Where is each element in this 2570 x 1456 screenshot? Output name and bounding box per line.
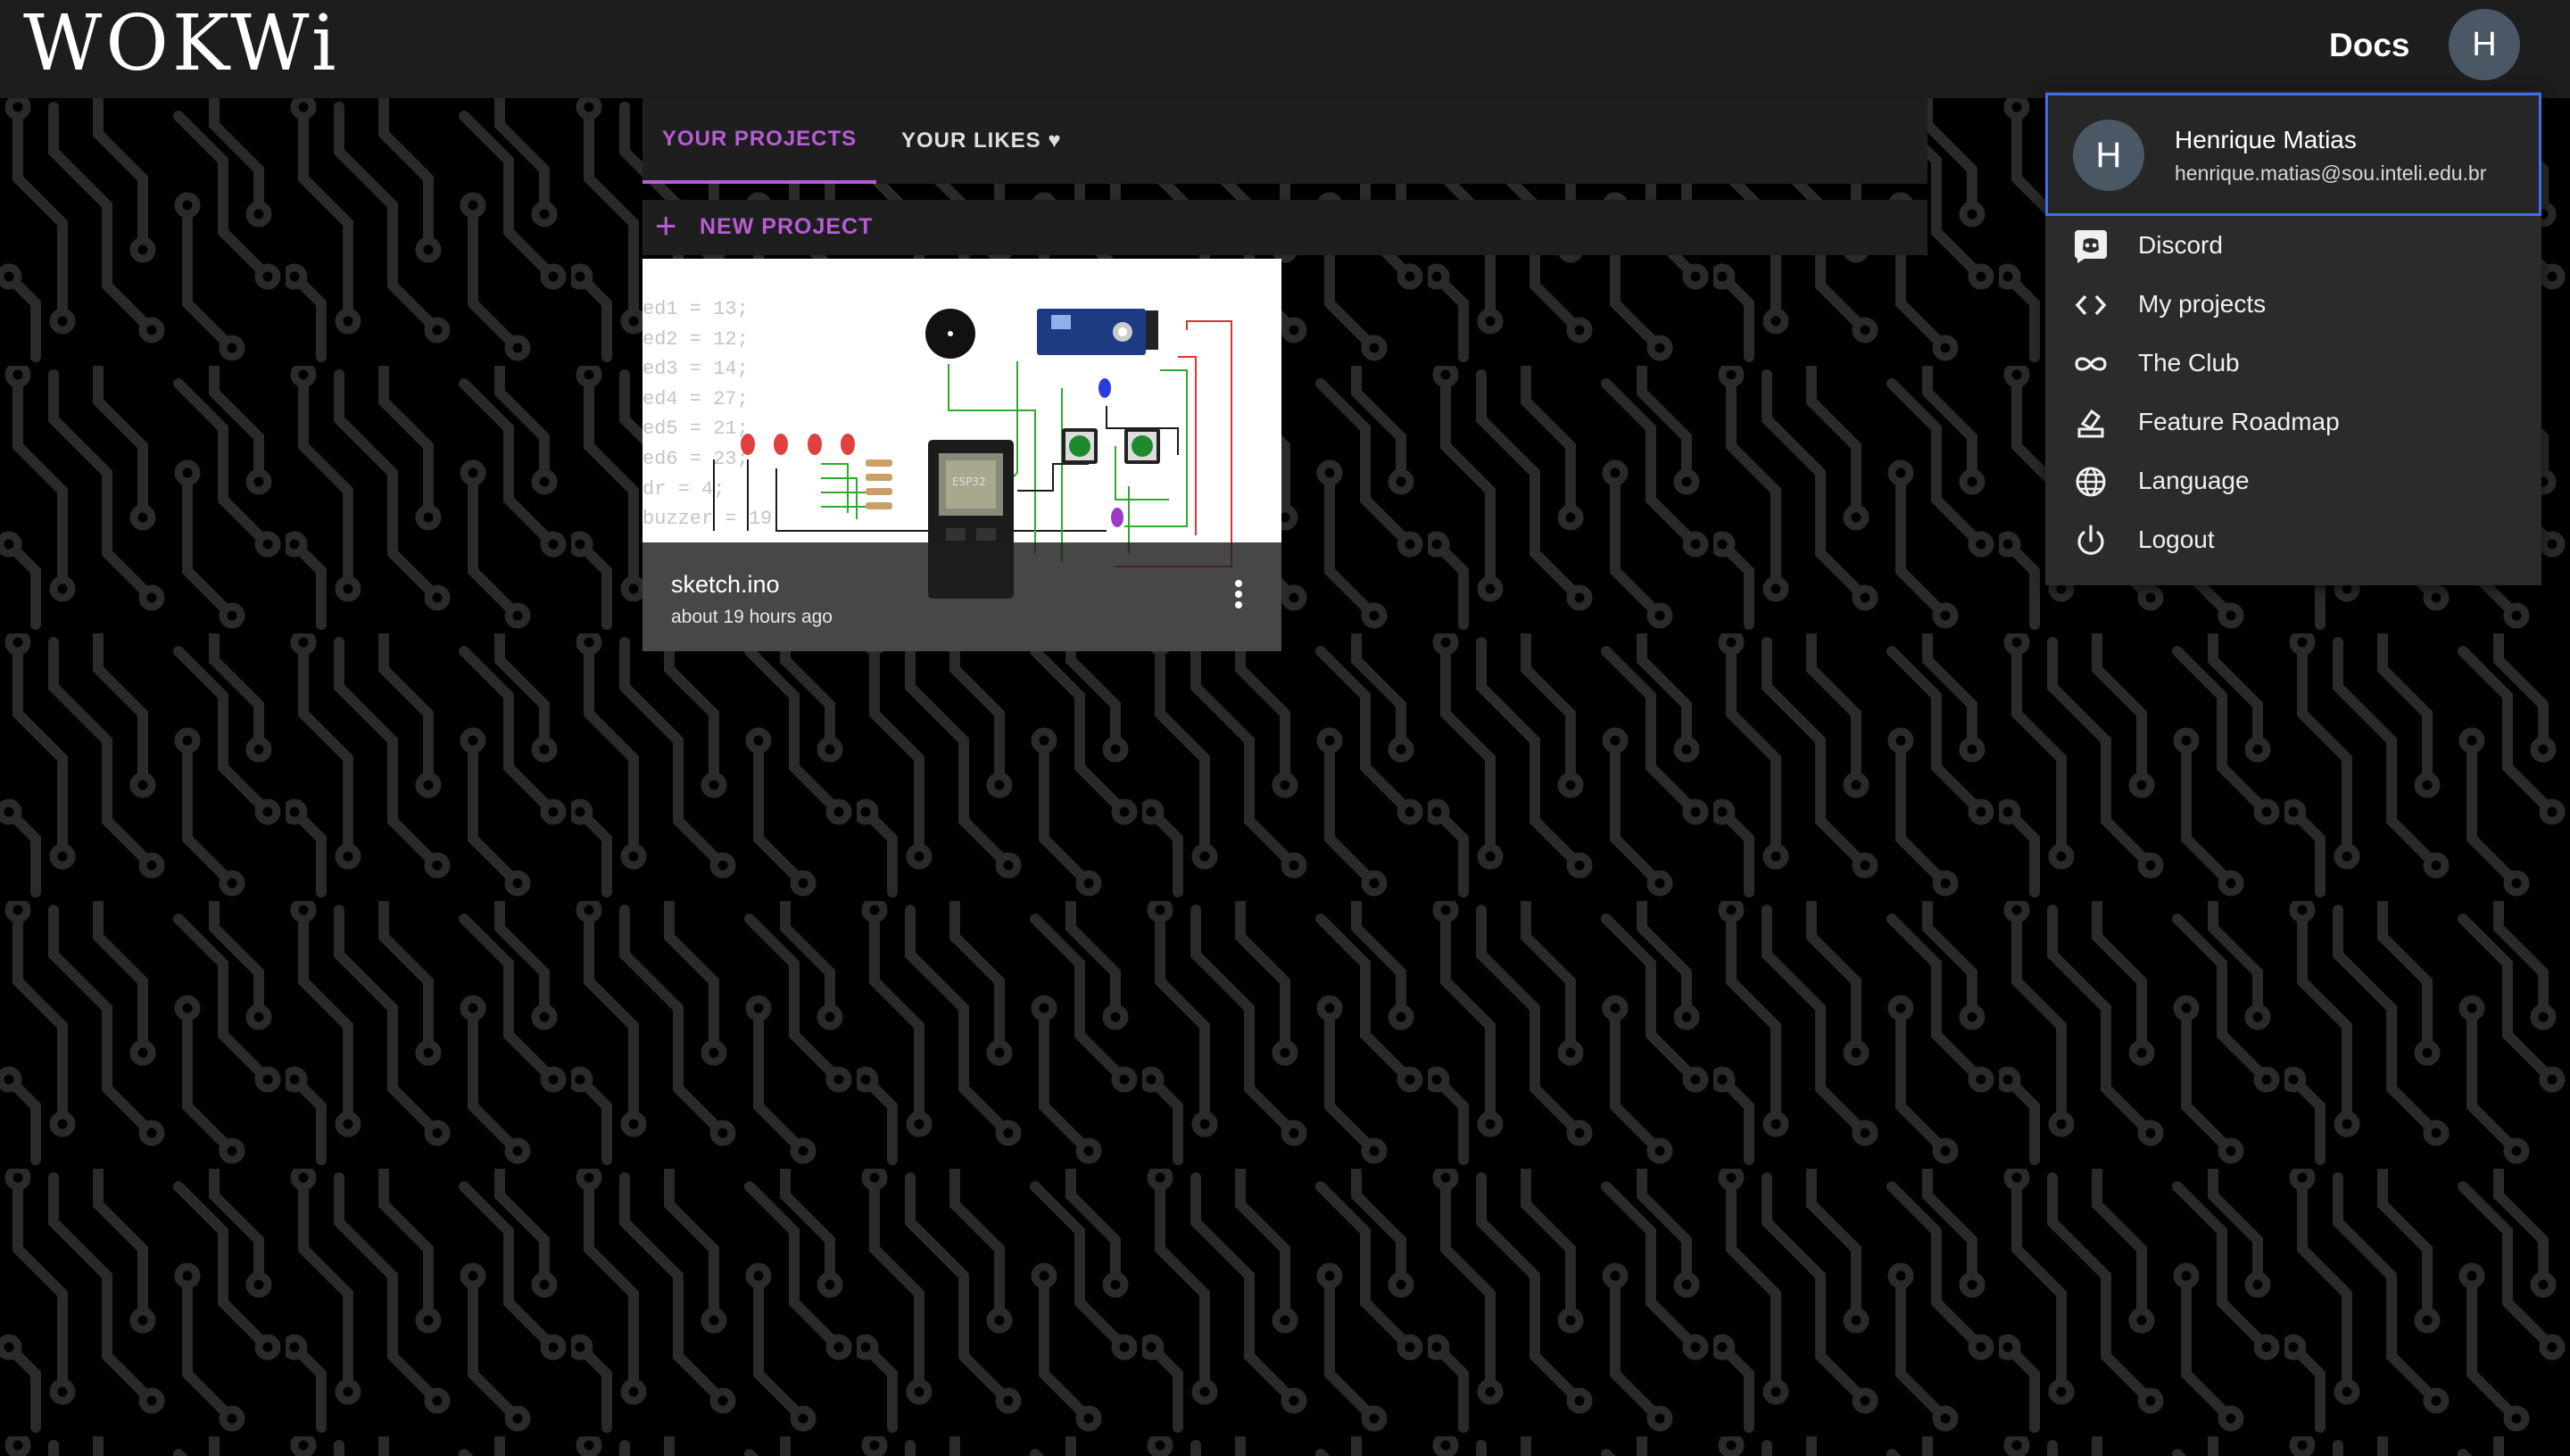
menu-item-label: Logout bbox=[2138, 525, 2215, 553]
menu-item-label: Discord bbox=[2138, 231, 2223, 259]
tab-your-projects[interactable]: YOUR PROJECTS bbox=[642, 98, 876, 184]
roadmap-icon bbox=[2077, 409, 2104, 438]
svg-text:WOKWi: WOKWi bbox=[23, 0, 339, 88]
menu-item-label: Language bbox=[2138, 467, 2250, 494]
more-vert-icon[interactable] bbox=[1221, 573, 1256, 616]
profile-item[interactable]: H Henrique Matias henrique.matias@sou.in… bbox=[2045, 93, 2541, 216]
menu-item-language[interactable]: Language bbox=[2045, 454, 2541, 508]
user-avatar-button[interactable]: H bbox=[2449, 9, 2520, 80]
plus-icon: + bbox=[655, 204, 677, 246]
menu-item-discord[interactable]: Discord bbox=[2045, 219, 2541, 272]
avatar: H bbox=[2073, 120, 2144, 191]
project-card[interactable]: ed1 = 13; ed2 = 12; ed3 = 14; ed4 = 27; … bbox=[642, 259, 1281, 651]
menu-item-label: Feature Roadmap bbox=[2138, 408, 2340, 435]
menu-item-logout[interactable]: Logout bbox=[2045, 513, 2541, 567]
user-dropdown-menu: H Henrique Matias henrique.matias@sou.in… bbox=[2045, 91, 2541, 585]
project-timestamp: about 19 hours ago bbox=[671, 607, 833, 627]
tab-your-likes[interactable]: YOUR LIKES ♥ bbox=[901, 98, 1124, 184]
menu-item-feature-roadmap[interactable]: Feature Roadmap bbox=[2045, 395, 2541, 449]
project-title[interactable]: sketch.ino bbox=[671, 571, 780, 599]
profile-email: henrique.matias@sou.inteli.edu.br bbox=[2175, 161, 2487, 185]
power-icon bbox=[2077, 525, 2104, 555]
project-tabs: YOUR PROJECTS YOUR LIKES ♥ bbox=[642, 98, 1928, 184]
menu-item-the-club[interactable]: The Club bbox=[2045, 336, 2541, 390]
wokwi-logo[interactable]: WOKWi bbox=[23, 0, 344, 89]
menu-item-my-projects[interactable]: My projects bbox=[2045, 277, 2541, 331]
profile-name: Henrique Matias bbox=[2175, 126, 2357, 153]
svg-text:ESP32: ESP32 bbox=[952, 476, 986, 488]
project-card-footer: sketch.ino about 19 hours ago bbox=[642, 542, 1281, 651]
docs-link[interactable]: Docs bbox=[2329, 27, 2409, 64]
code-icon bbox=[2075, 294, 2107, 316]
top-bar: WOKWi Docs H bbox=[0, 0, 2570, 98]
menu-item-label: My projects bbox=[2138, 290, 2267, 318]
globe-icon bbox=[2076, 467, 2106, 497]
menu-item-label: The Club bbox=[2138, 349, 2240, 376]
discord-icon bbox=[2075, 230, 2107, 263]
new-project-button[interactable]: + NEW PROJECT bbox=[642, 200, 1928, 255]
infinity-icon bbox=[2075, 357, 2107, 371]
new-project-label: NEW PROJECT bbox=[700, 214, 874, 239]
